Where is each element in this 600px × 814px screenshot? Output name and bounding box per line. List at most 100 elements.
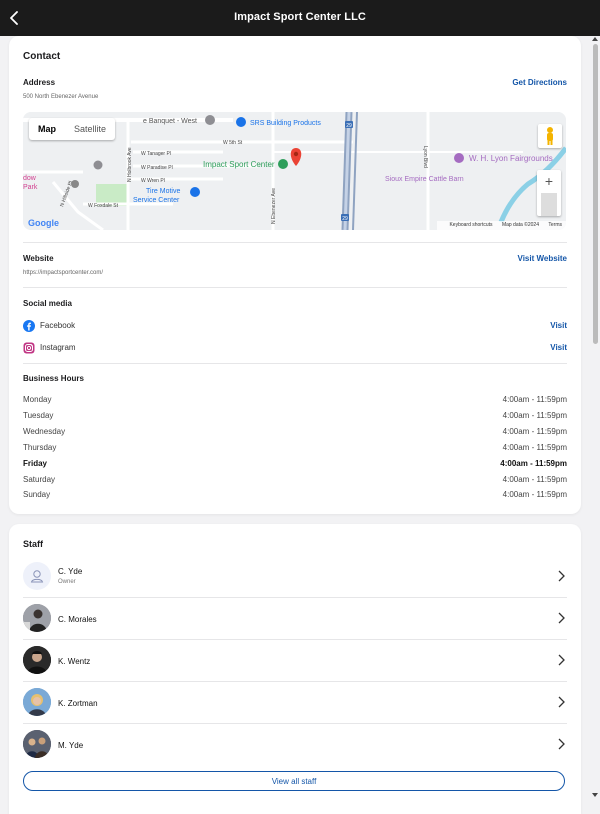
map-label: Impact Sport Center <box>203 160 275 169</box>
map-label: N Holbrook Ave <box>127 147 133 182</box>
visit-website-link[interactable]: Visit Website <box>518 254 568 263</box>
scrollbar-thumb[interactable] <box>593 44 598 344</box>
hours-day: Monday <box>23 395 52 404</box>
zoom-in-button[interactable]: + <box>537 170 561 193</box>
hours-day: Tuesday <box>23 411 54 420</box>
staff-photo-icon <box>23 646 51 674</box>
hours-time: 4:00am - 11:59pm <box>502 395 567 404</box>
poi-marker-icon <box>93 160 103 170</box>
divider <box>23 363 567 364</box>
hours-time: 4:00am - 11:59pm <box>502 411 567 420</box>
hours-row-thursday: Thursday 4:00am - 11:59pm <box>23 443 567 457</box>
map-label: W Foxdale St <box>88 203 119 209</box>
map-label: W Paradise Pl <box>141 165 173 171</box>
chevron-right-icon <box>558 570 565 582</box>
map-label: W 5th St <box>223 140 243 146</box>
poi-marker-icon <box>190 187 200 197</box>
hours-row-wednesday: Wednesday 4:00am - 11:59pm <box>23 427 567 441</box>
staff-name: C. Yde <box>58 567 83 576</box>
staff-row-c-yde[interactable]: C. Yde Owner <box>23 555 567 597</box>
hours-day: Sunday <box>23 490 51 499</box>
staff-photo-icon <box>23 604 51 632</box>
hours-day: Wednesday <box>23 427 66 436</box>
avatar <box>23 688 51 716</box>
chevron-right-icon <box>558 612 565 624</box>
avatar <box>23 562 51 590</box>
facebook-label: Facebook <box>40 321 76 330</box>
zoom-divider <box>541 193 557 216</box>
street-view-button[interactable] <box>538 124 562 148</box>
google-logo: Google <box>28 218 59 228</box>
map-label: e Banquet - West <box>143 118 197 125</box>
avatar <box>23 604 51 632</box>
staff-row-k-zortman[interactable]: K. Zortman <box>23 681 567 723</box>
instagram-visit-link[interactable]: Visit <box>550 343 567 352</box>
business-hours-label: Business Hours <box>23 374 84 383</box>
divider <box>23 242 567 243</box>
hours-day: Thursday <box>23 443 57 452</box>
staff-photo-icon <box>23 688 51 716</box>
view-all-staff-button[interactable]: View all staff <box>23 771 565 791</box>
terms-link[interactable]: Terms <box>548 222 562 228</box>
page-title: Impact Sport Center LLC <box>234 11 366 23</box>
chevron-right-icon <box>558 654 565 666</box>
map-label: Tire Motive <box>146 188 180 195</box>
map-label: W. H. Lyon Fairgrounds <box>469 154 553 163</box>
map-view[interactable]: 29 29 e Banquet - West SRS Building Prod… <box>23 112 566 230</box>
contact-title: Contact <box>23 51 61 62</box>
contact-card: Contact Address Get Directions 500 North… <box>9 36 581 514</box>
website-url: https://impactsportcenter.com/ <box>23 270 104 276</box>
satellite-tab-button[interactable]: Satellite <box>65 118 115 140</box>
poi-marker-icon <box>205 115 215 125</box>
get-directions-link[interactable]: Get Directions <box>512 78 567 87</box>
hours-time: 4:00am - 11:59pm <box>500 459 567 468</box>
facebook-icon <box>23 319 35 332</box>
instagram-label: Instagram <box>40 343 76 352</box>
map-attribution: Keyboard shortcuts Map data ©2024 Terms <box>437 221 566 230</box>
website-label: Website <box>23 254 54 263</box>
hours-time: 4:00am - 11:59pm <box>502 443 567 452</box>
highway-shield-label: 29 <box>342 216 348 222</box>
pegman-icon <box>547 127 553 145</box>
zoom-control: + − <box>537 170 561 216</box>
map-label: W Tanager Pl <box>141 151 171 157</box>
staff-row-m-yde[interactable]: M. Yde <box>23 723 567 765</box>
staff-name: M. Yde <box>58 741 84 750</box>
social-media-label: Social media <box>23 299 72 308</box>
poi-marker-icon <box>278 159 288 169</box>
staff-name: C. Morales <box>58 615 97 624</box>
staff-photo-icon <box>23 730 51 758</box>
hours-row-friday: Friday 4:00am - 11:59pm <box>23 459 567 473</box>
map-label: Park <box>23 184 38 191</box>
avatar <box>23 730 51 758</box>
scroll-up-arrow-icon[interactable] <box>592 37 598 41</box>
keyboard-shortcuts-link[interactable]: Keyboard shortcuts <box>449 222 492 228</box>
hours-day: Friday <box>23 459 48 468</box>
address-text: 500 North Ebenezer Avenue <box>23 94 99 100</box>
poi-marker-icon <box>454 153 464 163</box>
map-label: W Wren Pl <box>141 178 165 184</box>
hours-row-monday: Monday 4:00am - 11:59pm <box>23 395 567 409</box>
map-label: SRS Building Products <box>250 120 321 127</box>
poi-marker-icon <box>236 117 246 127</box>
staff-name: K. Wentz <box>58 657 91 666</box>
facebook-visit-link[interactable]: Visit <box>550 321 567 330</box>
hours-time: 4:00am - 11:59pm <box>502 427 567 436</box>
staff-card: Staff C. Yde Owner C. Morales K. Wentz K… <box>9 524 581 814</box>
staff-name: K. Zortman <box>58 699 98 708</box>
map-tab-button[interactable]: Map <box>29 118 65 140</box>
staff-title: Staff <box>23 539 43 549</box>
avatar <box>23 646 51 674</box>
staff-row-k-wentz[interactable]: K. Wentz <box>23 639 567 681</box>
scroll-down-arrow-icon[interactable] <box>592 793 598 797</box>
staff-row-c-morales[interactable]: C. Morales <box>23 597 567 639</box>
hours-time: 4:00am - 11:59pm <box>502 490 567 499</box>
staff-role: Owner <box>58 579 76 585</box>
top-bar: Impact Sport Center LLC <box>0 0 600 36</box>
address-label: Address <box>23 78 56 87</box>
chevron-right-icon <box>558 738 565 750</box>
map-label: N Ebenezer Ave <box>271 188 277 224</box>
chevron-right-icon <box>558 696 565 708</box>
instagram-icon <box>23 341 35 354</box>
map-type-toggle: Map Satellite <box>29 118 116 140</box>
